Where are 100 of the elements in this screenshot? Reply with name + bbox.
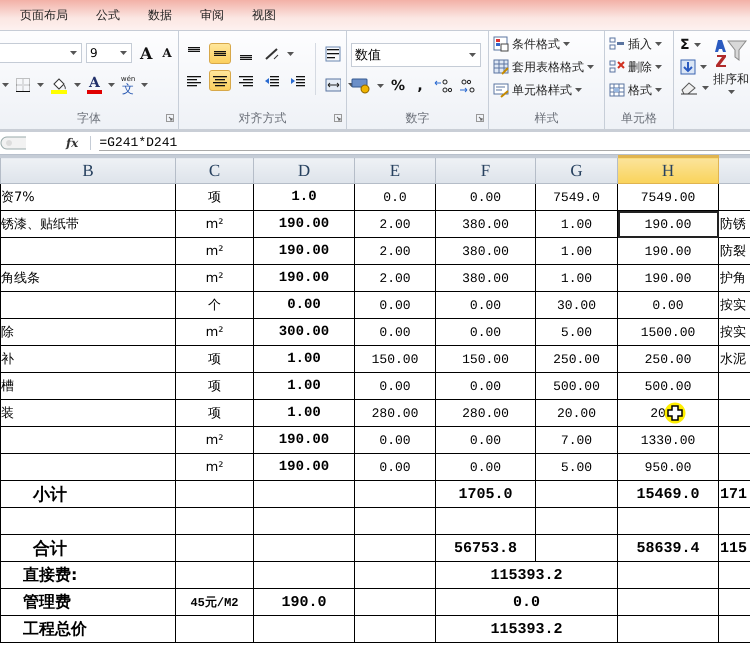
cell-text: m² [206, 216, 224, 232]
cell-text: 防锈 [720, 217, 746, 232]
insert-button[interactable]: 插入 [609, 35, 669, 53]
border-icon[interactable] [15, 77, 31, 93]
column-header[interactable]: H [618, 156, 718, 184]
cell-text: 7.00 [560, 432, 592, 448]
caret-icon[interactable] [700, 65, 707, 69]
caret-icon[interactable] [469, 53, 476, 57]
row-label: 工程总价 [23, 618, 87, 638]
fill-color-icon[interactable] [50, 76, 68, 94]
cell-text: 0.00 [470, 460, 502, 474]
cell-text: 补 [2, 352, 14, 367]
increase-font-button[interactable]: A [140, 44, 152, 62]
fill-down-icon[interactable] [680, 59, 696, 75]
delete-button[interactable]: 删除 [609, 58, 669, 76]
decrease-decimal-icon[interactable] [458, 78, 476, 94]
caret-icon[interactable] [587, 65, 594, 69]
cell-text: 280.00 [372, 406, 418, 420]
cell-text: 0.00 [470, 432, 502, 448]
orientation-icon [264, 46, 280, 62]
cell-text: 1330.00 [640, 432, 696, 448]
cell-text: 0.00 [470, 324, 502, 340]
cell-text: 115393.2 [490, 620, 562, 638]
table-format-button[interactable]: 套用表格格式 [493, 58, 600, 76]
align-top-icon [188, 47, 200, 52]
cell-text: 装 [2, 406, 14, 421]
ribbon-tab[interactable]: 数据 [148, 6, 186, 24]
selected-cell[interactable]: 190.00 [618, 210, 718, 238]
decrease-font-button[interactable]: A [162, 46, 172, 60]
ribbon-tab[interactable]: 公式 [96, 6, 134, 24]
caret-icon[interactable] [655, 65, 662, 69]
wrap-text-icon [325, 46, 341, 62]
caret-icon[interactable] [141, 83, 148, 87]
caret-icon[interactable] [563, 42, 570, 46]
caret-icon[interactable] [377, 84, 384, 88]
caret-icon[interactable] [575, 88, 582, 92]
caret-icon[interactable] [108, 83, 115, 87]
caret-icon[interactable] [655, 42, 662, 46]
cell-text: 2.00 [379, 244, 411, 258]
cell-text: 0.00 [379, 298, 411, 312]
eraser-icon[interactable] [680, 81, 698, 95]
caret-icon[interactable] [74, 83, 81, 87]
cell-text: 1.0 [291, 189, 317, 205]
cell-style-button[interactable]: 单元格样式 [493, 81, 600, 99]
percent-button[interactable]: % [390, 78, 406, 94]
cell-text: 0.00 [287, 297, 321, 313]
merge-icon [325, 76, 341, 92]
autosum-button[interactable]: Σ [680, 37, 690, 53]
caret-icon[interactable] [694, 43, 701, 47]
ribbon-tab[interactable]: 视图 [252, 6, 290, 24]
row-label: 管理费 [23, 592, 71, 610]
cell-text: 角线条 [2, 271, 40, 286]
column-header[interactable]: F [436, 156, 536, 184]
sort-filter-button[interactable]: 排序和 [713, 37, 749, 95]
caret-icon[interactable] [2, 83, 9, 87]
cell-text: 1.00 [560, 244, 592, 258]
caret-icon[interactable] [702, 86, 709, 90]
cell-text: m² [206, 432, 224, 448]
column-header[interactable]: E [354, 156, 436, 184]
column-header[interactable]: B [0, 156, 176, 184]
caret-icon[interactable] [287, 52, 294, 56]
dialog-launcher-icon[interactable] [166, 114, 174, 122]
cell-text: 171 [720, 486, 748, 502]
number-format-field[interactable]: 数值 [351, 43, 481, 67]
caret-icon[interactable] [120, 51, 127, 55]
insert-cells-icon [609, 36, 625, 52]
caret-icon[interactable] [655, 88, 662, 92]
cell-text: 项 [208, 352, 221, 367]
caret-icon[interactable] [728, 90, 734, 94]
dialog-launcher-icon[interactable] [334, 114, 342, 122]
cell-text: 0.00 [379, 324, 411, 340]
font-size-field[interactable]: 9 [86, 43, 132, 63]
font-color-button[interactable]: A [87, 76, 102, 94]
formula-field[interactable]: =G241*D241 [99, 135, 750, 151]
cell-text: 280.00 [462, 406, 509, 420]
cell-text: 190.00 [644, 244, 692, 258]
cell-text: 资7% [2, 190, 35, 205]
caret-icon[interactable] [70, 51, 77, 55]
cell-text: 个 [208, 298, 221, 313]
comma-button[interactable]: , [412, 78, 428, 94]
font-name-field[interactable] [0, 43, 82, 63]
insert-function-button[interactable]: fx [34, 136, 92, 150]
align-middle-button[interactable] [209, 43, 231, 64]
column-header[interactable]: C [176, 156, 254, 184]
currency-icon[interactable] [351, 77, 371, 95]
increase-decimal-icon[interactable] [434, 78, 452, 94]
column-header[interactable]: G [536, 156, 618, 184]
cell-text: 0.00 [470, 190, 502, 204]
ribbon-tab[interactable]: 页面布局 [20, 6, 82, 24]
cell-text: 30.00 [556, 298, 596, 312]
cell-text: 项 [208, 190, 221, 205]
cell-text: 380.00 [462, 216, 509, 232]
conditional-format-button[interactable]: 条件格式 [493, 35, 600, 53]
cell-text: 500.00 [644, 378, 692, 394]
column-header[interactable]: D [254, 156, 354, 184]
align-center-button[interactable] [209, 70, 231, 91]
caret-icon[interactable] [37, 83, 44, 87]
ribbon-tab[interactable]: 审阅 [200, 6, 238, 24]
dialog-launcher-icon[interactable] [476, 114, 484, 122]
format-button[interactable]: 格式 [609, 81, 669, 99]
